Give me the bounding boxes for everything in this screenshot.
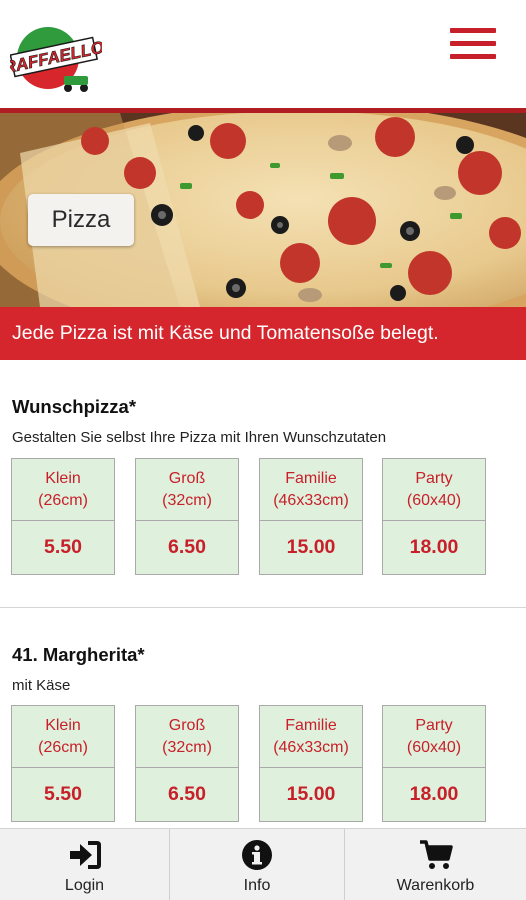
- product-margherita: 41. Margherita* mit Käse Klein (26cm) 5.5…: [0, 608, 526, 828]
- size-dimension: (60x40): [406, 491, 462, 509]
- category-label: Pizza: [28, 194, 134, 246]
- size-name: Party: [415, 716, 453, 734]
- topping-notice-banner: Jede Pizza ist mit Käse und Tomatensoße …: [0, 307, 526, 360]
- size-price: 6.50: [168, 536, 206, 558]
- size-button-familie[interactable]: Familie (46x33cm) 15.00: [259, 458, 363, 575]
- size-dimension: (32cm): [162, 491, 212, 509]
- app-header: RAFFAELLO: [0, 0, 526, 108]
- login-icon: [68, 839, 102, 871]
- size-price: 18.00: [409, 536, 459, 558]
- nav-label: Warenkorb: [396, 877, 475, 894]
- size-name: Klein: [45, 716, 81, 734]
- size-price: 5.50: [44, 783, 82, 805]
- product-wunschpizza: Wunschpizza* Gestalten Sie selbst Ihre P…: [0, 360, 526, 607]
- size-button-gross[interactable]: Groß (32cm) 6.50: [135, 705, 239, 822]
- size-button-klein[interactable]: Klein (26cm) 5.50: [11, 458, 115, 575]
- size-name: Familie: [285, 469, 337, 487]
- size-price: 5.50: [44, 536, 82, 558]
- nav-label: Login: [64, 877, 105, 894]
- size-name: Groß: [168, 469, 206, 487]
- nav-info[interactable]: Info: [170, 829, 344, 900]
- size-price: 15.00: [286, 536, 336, 558]
- size-button-party[interactable]: Party (60x40) 18.00: [382, 458, 486, 575]
- shopping-cart-icon: [418, 839, 454, 871]
- size-name: Groß: [168, 716, 206, 734]
- size-button-klein[interactable]: Klein (26cm) 5.50: [11, 705, 115, 822]
- category-hero-image: Pizza: [0, 113, 526, 307]
- size-button-party[interactable]: Party (60x40) 18.00: [382, 705, 486, 822]
- nav-warenkorb[interactable]: Warenkorb: [345, 829, 526, 900]
- raffaello-logo[interactable]: RAFFAELLO: [2, 24, 106, 94]
- size-button-gross[interactable]: Groß (32cm) 6.50: [135, 458, 239, 575]
- bottom-navigation-bar: Login Info Warenkorb: [0, 828, 526, 900]
- size-price: 15.00: [286, 783, 336, 805]
- size-dimension: (60x40): [406, 738, 462, 756]
- size-dimension: (26cm): [38, 491, 88, 509]
- size-price: 6.50: [168, 783, 206, 805]
- hamburger-menu-icon[interactable]: [450, 28, 496, 68]
- size-dimension: (46x33cm): [273, 738, 349, 756]
- nav-login[interactable]: Login: [0, 829, 169, 900]
- size-name: Familie: [285, 716, 337, 734]
- size-button-familie[interactable]: Familie (46x33cm) 15.00: [259, 705, 363, 822]
- product-title: 41. Margherita*: [12, 644, 145, 665]
- size-name: Klein: [45, 469, 81, 487]
- product-title: Wunschpizza*: [12, 396, 137, 417]
- size-dimension: (26cm): [38, 738, 88, 756]
- product-description: Gestalten Sie selbst Ihre Pizza mit Ihre…: [12, 429, 387, 446]
- product-description: mit Käse: [12, 677, 71, 694]
- info-icon: [241, 839, 273, 871]
- size-dimension: (46x33cm): [273, 491, 349, 509]
- size-name: Party: [415, 469, 453, 487]
- nav-label: Info: [243, 877, 271, 894]
- size-dimension: (32cm): [162, 738, 212, 756]
- size-price: 18.00: [409, 783, 459, 805]
